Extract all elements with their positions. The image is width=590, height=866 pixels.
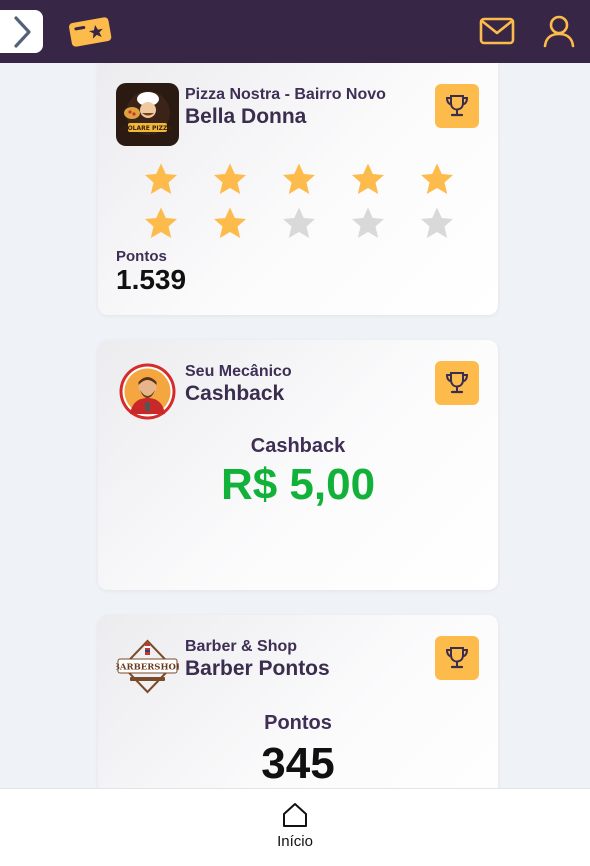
cashback-value: R$ 5,00	[220, 460, 376, 509]
home-icon	[283, 803, 307, 827]
cashback-label: Cashback	[250, 435, 346, 457]
nav-home[interactable]: Início	[255, 801, 335, 857]
loyalty-card[interactable]: BARBERSHOP Barber & Shop Barber Pontos P…	[98, 615, 498, 788]
rewards-button[interactable]	[435, 84, 479, 128]
loyalty-card[interactable]: VOLARE PIZZA Pizza Nostra - Bairro Novo …	[98, 63, 498, 315]
store-name: Seu Mecânico	[185, 363, 292, 380]
points-label: Pontos	[116, 248, 167, 265]
star-filled-icon	[210, 161, 250, 197]
svg-text:BARBERSHOP: BARBERSHOP	[116, 663, 179, 673]
star-filled-icon	[417, 161, 457, 197]
star-filled-icon	[348, 161, 388, 197]
rewards-button[interactable]	[435, 636, 479, 680]
store-logo: BARBERSHOP	[116, 635, 179, 698]
trophy-icon	[445, 647, 469, 669]
store-name: Pizza Nostra - Bairro Novo	[185, 86, 386, 103]
bottom-nav: Início	[0, 788, 590, 866]
star-filled-icon	[210, 205, 250, 241]
stamp-stars	[141, 161, 461, 241]
points-value: 345	[261, 739, 335, 788]
star-empty-icon	[279, 205, 319, 241]
menu-toggle-button[interactable]	[0, 10, 43, 53]
store-name: Barber & Shop	[185, 638, 298, 655]
trophy-icon	[445, 372, 469, 394]
star-filled-icon	[141, 205, 181, 241]
store-logo: VOLARE PIZZA	[116, 83, 179, 146]
program-name: Bella Donna	[185, 105, 307, 128]
loyalty-card-list[interactable]: VOLARE PIZZA Pizza Nostra - Bairro Novo …	[0, 63, 590, 788]
trophy-icon	[445, 95, 469, 117]
star-filled-icon	[141, 161, 181, 197]
user-icon[interactable]	[541, 13, 577, 49]
nav-home-label: Início	[277, 833, 313, 850]
loyalty-card[interactable]: Seu Mecânico Cashback Cashback R$ 5,00	[98, 340, 498, 590]
top-bar	[0, 0, 590, 63]
program-name: Barber Pontos	[185, 657, 330, 680]
ticket-star-icon[interactable]	[66, 14, 114, 48]
points-value: 1.539	[116, 264, 187, 295]
program-name: Cashback	[185, 382, 285, 405]
points-label: Pontos	[264, 712, 332, 734]
chevron-right-icon	[13, 15, 31, 48]
star-empty-icon	[348, 205, 388, 241]
star-empty-icon	[417, 205, 457, 241]
mail-icon[interactable]	[478, 14, 516, 48]
star-filled-icon	[279, 161, 319, 197]
store-logo	[116, 360, 179, 423]
svg-text:VOLARE PIZZA: VOLARE PIZZA	[123, 125, 172, 132]
rewards-button[interactable]	[435, 361, 479, 405]
